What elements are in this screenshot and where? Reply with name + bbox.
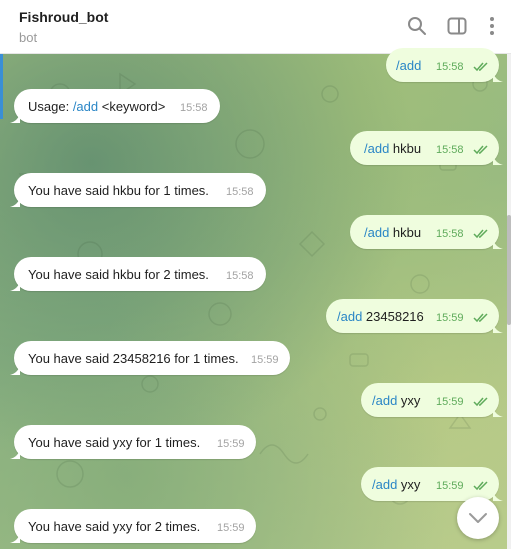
more-vertical-icon[interactable]	[480, 14, 504, 38]
message-text: You have said yxy for 1 times.	[28, 435, 201, 450]
command-link[interactable]: /add	[73, 99, 98, 114]
bubble-tail	[10, 365, 20, 375]
scrollbar-thumb[interactable]	[507, 215, 511, 325]
chat-header: Fishroud_bot bot	[0, 0, 511, 54]
command-link[interactable]: /add	[364, 225, 389, 240]
message-text: hkbu	[389, 141, 422, 156]
message-time: 15:58	[436, 61, 464, 73]
bubble-tail	[493, 72, 503, 82]
message-text: yxy	[397, 477, 421, 492]
outgoing-message[interactable]: /add yxy 15:59	[361, 467, 503, 501]
message-time: 15:59	[217, 438, 245, 450]
outgoing-message[interactable]: /add hkbu 15:58	[350, 131, 503, 165]
incoming-message[interactable]: You have said yxy for 2 times. 15:59	[10, 509, 256, 543]
message-time: 15:59	[436, 480, 464, 492]
message-time: 15:59	[436, 312, 464, 324]
incoming-message[interactable]: Usage: /add <keyword> 15:58	[10, 89, 220, 123]
command-link[interactable]: /add	[372, 393, 397, 408]
message-time: 15:59	[436, 396, 464, 408]
message-text: Usage:	[28, 99, 73, 114]
chevron-down-icon	[469, 513, 487, 523]
bubble-tail	[10, 281, 20, 291]
incoming-message[interactable]: You have said 23458216 for 1 times. 15:5…	[10, 341, 290, 375]
double-check-icon	[473, 313, 488, 323]
chat-subtitle: bot	[19, 30, 38, 45]
command-link[interactable]: /add	[364, 141, 389, 156]
sidebar-panel-icon[interactable]	[445, 14, 469, 38]
command-link[interactable]: /add	[396, 58, 421, 73]
bubble-tail	[493, 407, 503, 417]
message-time: 15:58	[436, 144, 464, 156]
outgoing-message[interactable]: /add yxy 15:59	[361, 383, 503, 417]
left-accent-bar	[0, 54, 3, 119]
command-link[interactable]: /add	[372, 477, 397, 492]
message-time: 15:59	[251, 354, 279, 366]
bubble-tail	[10, 113, 20, 123]
outgoing-message[interactable]: /add hkbu 15:58	[350, 215, 503, 249]
incoming-message[interactable]: You have said hkbu for 1 times. 15:58	[10, 173, 266, 207]
message-text: You have said hkbu for 1 times.	[28, 183, 209, 198]
message-time: 15:59	[217, 522, 245, 534]
bubble-tail	[493, 239, 503, 249]
double-check-icon	[473, 481, 488, 491]
message-text: 23458216	[362, 309, 424, 324]
scroll-to-bottom-button[interactable]	[457, 497, 499, 539]
command-link[interactable]: /add	[337, 309, 362, 324]
double-check-icon	[473, 229, 488, 239]
message-text: You have said yxy for 2 times.	[28, 519, 201, 534]
message-time: 15:58	[180, 102, 208, 114]
double-check-icon	[473, 62, 488, 72]
double-check-icon	[473, 145, 488, 155]
message-text: hkbu	[389, 225, 422, 240]
outgoing-message[interactable]: /add 23458216 15:59	[326, 299, 503, 333]
outgoing-message[interactable]: /add 15:58	[386, 48, 503, 82]
bubble-tail	[493, 491, 503, 501]
bubble-tail	[10, 533, 20, 543]
double-check-icon	[473, 397, 488, 407]
bubble-tail	[10, 197, 20, 207]
bubble-tail	[493, 155, 503, 165]
search-icon[interactable]	[405, 14, 429, 38]
message-text: yxy	[397, 393, 421, 408]
message-text: <keyword>	[98, 99, 166, 114]
message-time: 15:58	[226, 270, 254, 282]
incoming-message[interactable]: You have said hkbu for 2 times. 15:58	[10, 257, 266, 291]
message-time: 15:58	[226, 186, 254, 198]
chat-title[interactable]: Fishroud_bot	[19, 9, 108, 25]
bubble-tail	[493, 323, 503, 333]
message-text: You have said 23458216 for 1 times.	[28, 351, 239, 366]
message-time: 15:58	[436, 228, 464, 240]
bubble-tail	[10, 449, 20, 459]
incoming-message[interactable]: You have said yxy for 1 times. 15:59	[10, 425, 256, 459]
message-text: You have said hkbu for 2 times.	[28, 267, 209, 282]
